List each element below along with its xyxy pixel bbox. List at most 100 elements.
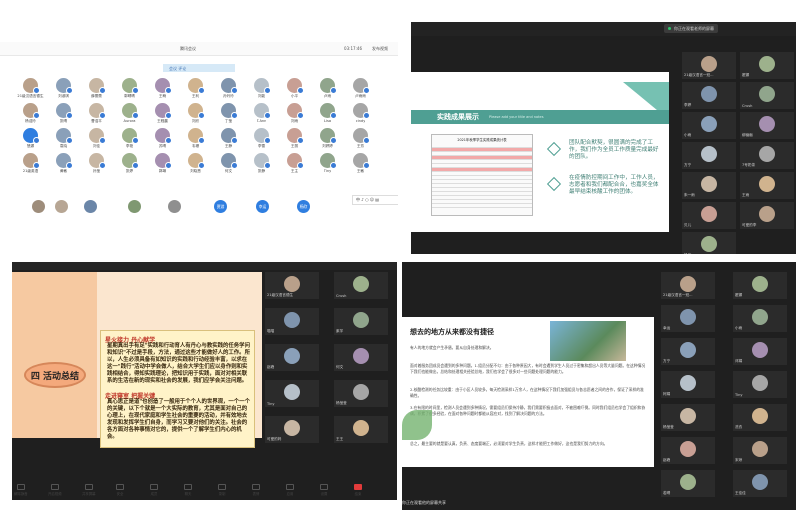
attendee-tile[interactable]: cindy [344, 103, 377, 124]
attendee-tile[interactable]: Tiny [311, 153, 344, 174]
participant-tile[interactable]: 幸运 [661, 305, 715, 332]
participant-tile[interactable]: 喵喵 [265, 308, 319, 335]
participant-tile[interactable]: 小雨 [733, 305, 787, 332]
attendee-tile[interactable]: 李艳 [113, 128, 146, 149]
participant-tile[interactable]: 朱一雨 [682, 172, 736, 199]
publish-video-button[interactable]: 发布视频 [372, 46, 388, 52]
attendee-tile[interactable]: 张静 [245, 153, 278, 174]
toolbar-item[interactable]: 成员 [150, 484, 158, 496]
attendee-tile[interactable]: 何文 [212, 153, 245, 174]
participant-tile[interactable]: 洗衣 [733, 404, 787, 431]
viewing-screen-badge[interactable]: 你正在观看老师的屏幕 [664, 24, 718, 33]
participant-tile[interactable]: 21级汉语言一班... [661, 272, 715, 299]
participant-tile[interactable]: 王王 [334, 416, 388, 443]
attendee-button-1[interactable]: 贾游 [214, 200, 227, 213]
toolbar-item[interactable]: 开启视频 [48, 484, 62, 496]
participant-tile[interactable]: 何文 [334, 344, 388, 371]
attendee-tile[interactable]: 21级汉语言德生 [14, 78, 47, 99]
attendee-tile[interactable]: 张婷 [113, 153, 146, 174]
attendee-tile[interactable]: 黄敏 [47, 153, 80, 174]
attendee-tile[interactable]: Lisa [311, 103, 344, 124]
attendee-button-2[interactable]: 幸运 [256, 200, 269, 213]
participant-tile[interactable]: Tiny [733, 371, 787, 398]
attendee-tile[interactable]: 袁晓 [47, 128, 80, 149]
participant-tile[interactable]: 杨莹莹 [661, 404, 715, 431]
attendee-tile[interactable]: 刘淑琪 [47, 78, 80, 99]
participant-tile[interactable]: 赵峰 [661, 437, 715, 464]
participant-tile[interactable]: 紫芋 [334, 308, 388, 335]
participant-tile[interactable]: 方宁 [682, 142, 736, 169]
participant-tile[interactable]: 王佳佳 [733, 470, 787, 497]
participant-tile[interactable]: 若晴 [661, 470, 715, 497]
attendee-tile[interactable]: 王萌 [146, 78, 179, 99]
attendee-tile[interactable]: 薛蕾蕾 [80, 78, 113, 99]
attendee-tile[interactable]: 韦珊 [179, 128, 212, 149]
participant-tile[interactable]: 方宁 [661, 338, 715, 365]
attendee-tile[interactable]: 张晴 [47, 103, 80, 124]
participant-tile[interactable]: 邓娟 [733, 338, 787, 365]
participant-tile[interactable]: 宋琼 [733, 437, 787, 464]
toolbar-item[interactable]: 安全 [116, 484, 124, 496]
search-chip[interactable]: 会议 评论 [163, 64, 235, 72]
attendee-tile[interactable]: Aurora [113, 103, 146, 124]
attendee-tile[interactable]: 卢雨雨 [344, 78, 377, 99]
participant-tile[interactable]: 翟娜 [740, 52, 794, 79]
participant-tile[interactable]: 柯娟 [661, 371, 715, 398]
participant-tile[interactable]: 柳幽幽 [740, 112, 794, 139]
toolbar-item[interactable]: 结束 [354, 484, 362, 496]
participant-tile[interactable]: 可爱的妈 [265, 416, 319, 443]
attendee-tile[interactable]: 郭琳 [146, 153, 179, 174]
participant-tile[interactable]: Crush [740, 82, 794, 109]
toolbar-item[interactable]: 解除静音 [14, 484, 28, 496]
attendee-tile[interactable]: 小平 [278, 78, 311, 99]
attendee-tile[interactable]: 刘晓慧 [179, 153, 212, 174]
toolbar-item[interactable]: 设置 [320, 484, 328, 496]
input-toolbar[interactable]: 中 ♪ ○ ☺ ▤ [352, 195, 398, 205]
attendee-tile[interactable]: 刘能 [245, 78, 278, 99]
toolbar-item[interactable]: 表情 [252, 484, 260, 496]
attendee-tile[interactable]: 王丽 [278, 128, 311, 149]
attendee-tile[interactable]: 卢雨 [311, 78, 344, 99]
participant-tile[interactable]: 翟娜 [733, 272, 787, 299]
attendee-tile[interactable]: 苏晴 [146, 128, 179, 149]
toolbar-item[interactable]: 应用 [286, 484, 294, 496]
attendee-tile[interactable]: 王芳 [344, 128, 377, 149]
participant-tile[interactable]: 王雨 [740, 172, 794, 199]
attendee-tile[interactable]: 王敏 [344, 153, 377, 174]
attendee-tile[interactable]: 丁莹 [212, 103, 245, 124]
attendee-button-3[interactable]: 杨欣 [297, 200, 310, 213]
participant-tile[interactable]: 赵峰 [265, 344, 319, 371]
toolbar-item[interactable]: 聊天 [184, 484, 192, 496]
participant-tile[interactable]: 21级汉语言德生 [265, 272, 319, 299]
attendee-tile[interactable]: 曹浩平 [80, 103, 113, 124]
attendee-tile[interactable]: 李雪 [245, 128, 278, 149]
attendee-tile[interactable]: 郭晴晴 [113, 78, 146, 99]
attendee-tile[interactable]: T.Ann [245, 103, 278, 124]
participant-tile[interactable]: 7号奶茶 [740, 142, 794, 169]
participant-tile[interactable]: Tiny [265, 380, 319, 407]
attendee-tile[interactable]: 王利 [179, 78, 212, 99]
attendee-tile[interactable]: 刘雨 [278, 103, 311, 124]
attendee-tile[interactable]: 杨迎玲 [14, 103, 47, 124]
attendee-tile[interactable]: 慧娜 [14, 128, 47, 149]
attendee-tile[interactable]: 刘婷婷 [311, 128, 344, 149]
attendee-tile[interactable]: 刘欣 [179, 103, 212, 124]
attendee-tile[interactable]: 王静 [212, 128, 245, 149]
participant-tile[interactable]: 杨欣 [682, 232, 736, 254]
attendee-tile[interactable]: 孙玲玲 [212, 78, 245, 99]
toolbar-item[interactable]: 录制 [218, 484, 226, 496]
attendee-tile[interactable]: 王程晨 [146, 103, 179, 124]
participant-tile[interactable]: 小雨 [682, 112, 736, 139]
participant-tile[interactable]: Crush [334, 272, 388, 299]
toolbar-item[interactable]: 共享屏幕 [82, 484, 96, 496]
participant-tile[interactable]: 21级汉语言一班... [682, 52, 736, 79]
participant-tile[interactable]: 李婷 [682, 82, 736, 109]
attendee-tile[interactable]: 孙莹 [80, 153, 113, 174]
attendee-tile[interactable]: 王主 [278, 153, 311, 174]
attendee-tile[interactable]: 刘佳 [80, 128, 113, 149]
attendee-name: 21级汉语言德生 [17, 94, 44, 98]
participant-tile[interactable]: 可爱的李 [740, 202, 794, 229]
participant-tile[interactable]: 杨莹莹 [334, 380, 388, 407]
participant-tile[interactable]: 贝儿 [682, 202, 736, 229]
attendee-tile[interactable]: 21级英语 [14, 153, 47, 174]
